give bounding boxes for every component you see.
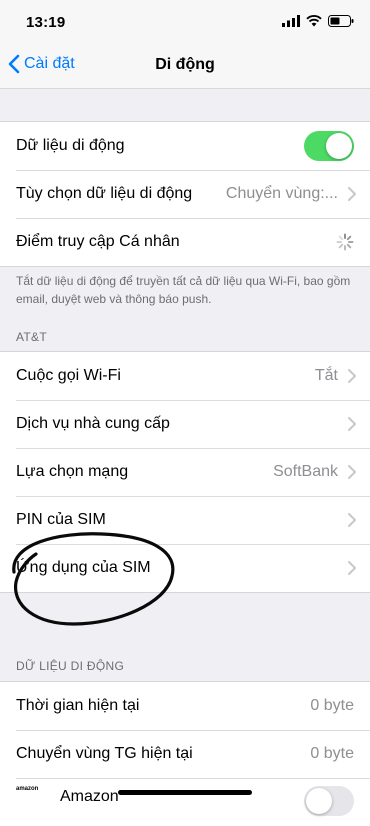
row-personal-hotspot[interactable]: Điểm truy cập Cá nhân bbox=[0, 218, 370, 266]
row-value: Tắt bbox=[314, 367, 338, 384]
navigation-bar: Cài đặt Di động bbox=[0, 44, 370, 89]
row-label: Chuyển vùng TG hiện tại bbox=[16, 745, 193, 762]
chevron-right-icon bbox=[348, 465, 356, 479]
row-label: Tùy chọn dữ liệu di động bbox=[16, 185, 193, 202]
row-label: Dữ liệu di động bbox=[16, 137, 125, 154]
chevron-right-icon bbox=[348, 417, 356, 431]
chevron-right-icon bbox=[348, 561, 356, 575]
wifi-icon bbox=[306, 15, 322, 27]
row-wifi-calling[interactable]: Cuộc gọi Wi-Fi Tắt bbox=[0, 352, 370, 400]
settings-group-mobile-data: Dữ liệu di động Tùy chọn dữ liệu di động… bbox=[0, 121, 370, 267]
row-network-selection[interactable]: Lựa chọn mạng SoftBank bbox=[0, 448, 370, 496]
row-cellular-data[interactable]: Dữ liệu di động bbox=[0, 122, 370, 170]
row-label: Dịch vụ nhà cung cấp bbox=[16, 415, 170, 432]
loading-spinner-icon bbox=[336, 233, 354, 251]
row-label: PIN của SIM bbox=[16, 511, 106, 528]
settings-group-carrier: Cuộc gọi Wi-Fi Tắt Dịch vụ nhà cung cấp … bbox=[0, 351, 370, 593]
chevron-right-icon bbox=[348, 187, 356, 201]
row-current-period-roaming: Chuyển vùng TG hiện tại 0 byte bbox=[0, 730, 370, 778]
row-carrier-services[interactable]: Dịch vụ nhà cung cấp bbox=[0, 400, 370, 448]
cellular-data-toggle[interactable] bbox=[304, 131, 354, 161]
section-header-carrier: AT&T bbox=[16, 330, 47, 344]
row-label: Ứng dụng của SIM bbox=[16, 559, 151, 576]
status-time: 13:19 bbox=[26, 14, 66, 31]
battery-icon bbox=[328, 15, 354, 27]
row-value: SoftBank bbox=[273, 463, 338, 480]
settings-group-cellular-usage: Thời gian hiện tại 0 byte Chuyển vùng TG… bbox=[0, 681, 370, 826]
row-sim-pin[interactable]: PIN của SIM bbox=[0, 496, 370, 544]
row-value: 0 byte bbox=[310, 745, 354, 762]
amazon-app-icon: amazon bbox=[16, 786, 39, 792]
app-name: Amazon bbox=[60, 788, 119, 805]
cellular-data-footnote: Tắt dữ liệu di động để truyền tất cả dữ … bbox=[16, 274, 351, 306]
row-value: Chuyển vùng:... bbox=[225, 185, 338, 202]
row-app-amazon[interactable]: Amazon bbox=[0, 778, 370, 826]
status-bar: 13:19 bbox=[0, 0, 370, 44]
row-cellular-data-options[interactable]: Tùy chọn dữ liệu di động Chuyển vùng:... bbox=[0, 170, 370, 218]
chevron-right-icon bbox=[348, 513, 356, 527]
home-indicator[interactable] bbox=[118, 790, 252, 795]
page-title: Di động bbox=[155, 56, 215, 73]
row-current-period: Thời gian hiện tại 0 byte bbox=[0, 682, 370, 730]
amazon-data-toggle[interactable] bbox=[304, 786, 354, 816]
chevron-right-icon bbox=[348, 369, 356, 383]
row-value: 0 byte bbox=[310, 697, 354, 714]
section-header-cellular-data: DỮ LIỆU DI ĐỘNG bbox=[16, 659, 125, 673]
row-label: Cuộc gọi Wi-Fi bbox=[16, 367, 121, 384]
row-sim-applications[interactable]: Ứng dụng của SIM bbox=[0, 544, 370, 592]
status-icons bbox=[282, 15, 354, 27]
row-label: Thời gian hiện tại bbox=[16, 697, 140, 714]
row-label: Lựa chọn mạng bbox=[16, 463, 129, 480]
row-label: Điểm truy cập Cá nhân bbox=[16, 233, 180, 250]
signal-icon bbox=[282, 15, 300, 27]
